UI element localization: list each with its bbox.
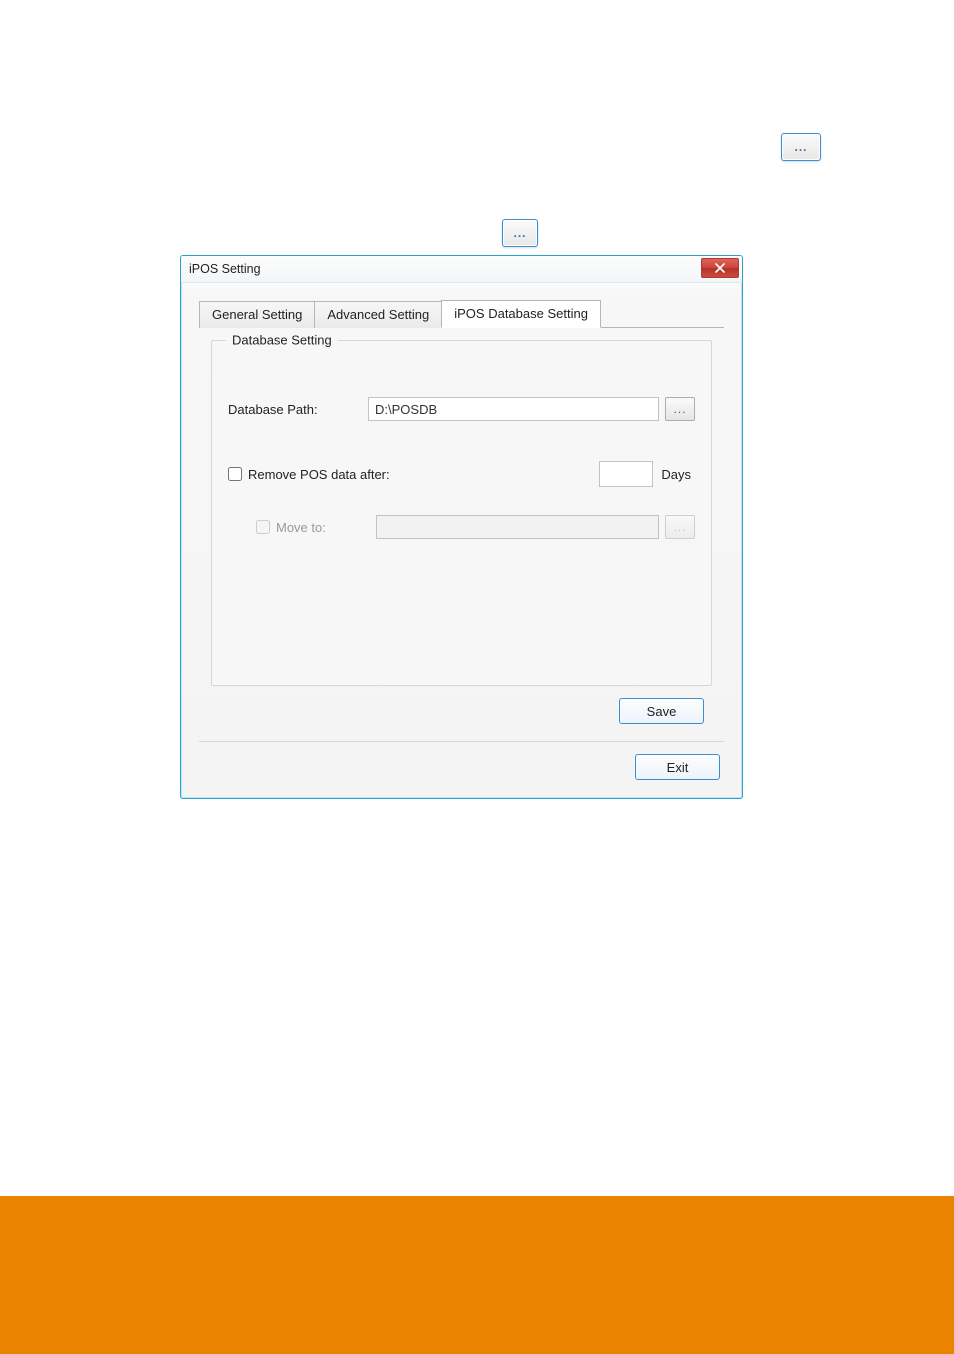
close-icon: [715, 263, 725, 273]
separator: [199, 741, 724, 742]
tab-advanced[interactable]: Advanced Setting: [314, 301, 442, 328]
close-button[interactable]: [701, 258, 739, 278]
exit-button[interactable]: Exit: [635, 754, 720, 780]
move-to-browse-button: ...: [665, 515, 695, 539]
move-to-label: Move to:: [276, 520, 326, 535]
days-unit-label: Days: [661, 467, 695, 482]
move-to-checkbox: [256, 520, 270, 534]
database-path-browse-button[interactable]: ...: [665, 397, 695, 421]
remove-data-label: Remove POS data after:: [248, 467, 390, 482]
tabs: General Setting Advanced Setting iPOS Da…: [199, 299, 724, 328]
move-to-input: [376, 515, 659, 539]
ipos-setting-dialog: iPOS Setting General Setting Advanced Se…: [180, 255, 743, 799]
remove-data-row: Remove POS data after: Days: [228, 461, 695, 487]
save-button[interactable]: Save: [619, 698, 704, 724]
group-legend: Database Setting: [226, 333, 338, 348]
database-setting-group: Database Setting Database Path: ... Remo…: [211, 340, 712, 686]
tab-database[interactable]: iPOS Database Setting: [441, 300, 601, 328]
database-path-input[interactable]: [368, 397, 659, 421]
database-path-row: Database Path: ...: [228, 397, 695, 421]
tab-general[interactable]: General Setting: [199, 301, 315, 328]
titlebar: iPOS Setting: [181, 256, 742, 283]
remove-days-input[interactable]: [599, 461, 653, 487]
doc-browse-button-2[interactable]: ...: [502, 219, 538, 247]
footer-band: [0, 1196, 954, 1354]
move-to-label-wrap: Move to:: [256, 520, 376, 535]
window-title: iPOS Setting: [189, 262, 261, 276]
doc-browse-button-1[interactable]: ...: [781, 133, 821, 161]
move-to-row: Move to: ...: [228, 515, 695, 539]
remove-data-label-wrap: Remove POS data after:: [228, 467, 390, 482]
database-path-label: Database Path:: [228, 402, 368, 417]
remove-data-checkbox[interactable]: [228, 467, 242, 481]
